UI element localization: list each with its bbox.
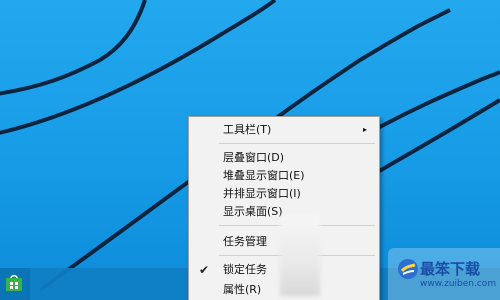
watermark-url: www.zuiben.com: [420, 279, 497, 289]
menu-item-label: 锁定任务: [223, 263, 267, 276]
store-icon[interactable]: [5, 274, 23, 292]
menu-item-side-by-side-windows[interactable]: 并排显示窗口(I): [189, 185, 379, 203]
menu-separator: [219, 143, 375, 144]
menu-item-label: 显示桌面(S): [223, 205, 283, 218]
menu-item-label: 堆叠显示窗口(E): [223, 169, 305, 182]
submenu-arrow-icon: ▸: [362, 125, 367, 134]
menu-item-label: 属性(R): [223, 283, 262, 296]
menu-item-label: 任务管理: [223, 235, 267, 248]
checkmark-icon: ✔: [199, 263, 210, 277]
menu-item-label: 并排显示窗口(I): [223, 187, 301, 200]
watermark-title: 最笨下载: [420, 260, 481, 278]
obscured-region: [280, 216, 320, 296]
menu-item-toolbars[interactable]: 工具栏(T) ▸: [189, 121, 379, 139]
menu-item-label: 工具栏(T): [223, 123, 272, 136]
menu-item-label: 层叠窗口(D): [223, 151, 285, 164]
menu-item-stack-windows[interactable]: 堆叠显示窗口(E): [189, 167, 379, 185]
menu-item-cascade-windows[interactable]: 层叠窗口(D): [189, 149, 379, 167]
zuiben-logo-icon: [398, 259, 418, 279]
